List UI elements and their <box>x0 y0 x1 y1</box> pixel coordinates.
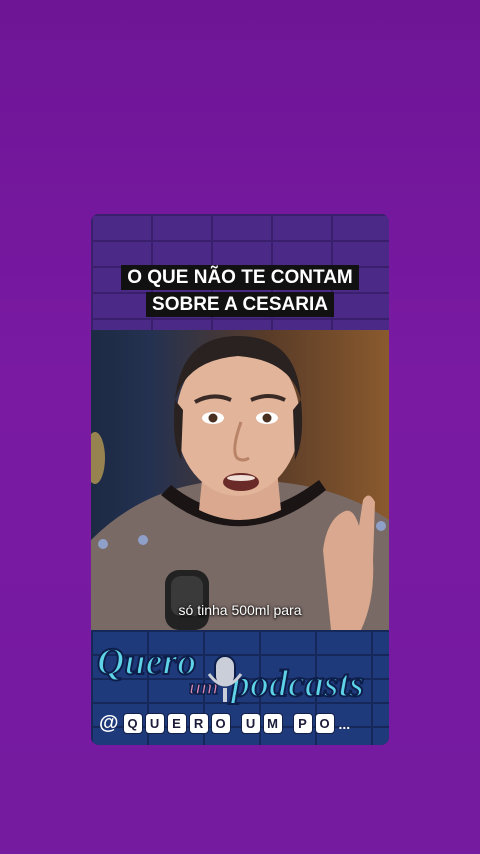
handle-letter: M <box>262 713 283 734</box>
podcast-logo: Quero um podcasts <box>96 640 365 706</box>
video-card[interactable]: O QUE NÃO TE CONTAM SOBRE A CESARIA só t… <box>91 214 389 745</box>
video-caption: só tinha 500ml para <box>178 602 302 618</box>
handle-prefix: @ <box>99 712 119 734</box>
handle-letter: P <box>292 713 313 734</box>
video-frame[interactable]: só tinha 500ml para <box>91 330 389 630</box>
headline-line-2: SOBRE A CESARIA <box>146 292 334 317</box>
handle-letter: U <box>144 713 165 734</box>
handle-letter: E <box>166 713 187 734</box>
svg-text:Quero: Quero <box>97 641 196 683</box>
headline-text: O QUE NÃO TE CONTAM SOBRE A CESARIA <box>109 264 371 318</box>
handle-letter: R <box>188 713 209 734</box>
headline-banner: O QUE NÃO TE CONTAM SOBRE A CESARIA <box>91 214 389 330</box>
handle-ellipsis: ... <box>338 715 351 732</box>
svg-text:podcasts: podcasts <box>228 663 364 705</box>
channel-handle[interactable]: @ Q U E R O U M P O ... <box>99 712 350 735</box>
handle-letter: U <box>240 713 261 734</box>
speaker-image <box>91 336 389 630</box>
handle-letter: O <box>210 713 231 734</box>
handle-letter: Q <box>122 713 143 734</box>
handle-letter: O <box>314 713 335 734</box>
brand-banner: Quero um podcasts @ Q U E R O U M P O ..… <box>91 630 389 745</box>
headline-line-1: O QUE NÃO TE CONTAM <box>121 265 359 290</box>
